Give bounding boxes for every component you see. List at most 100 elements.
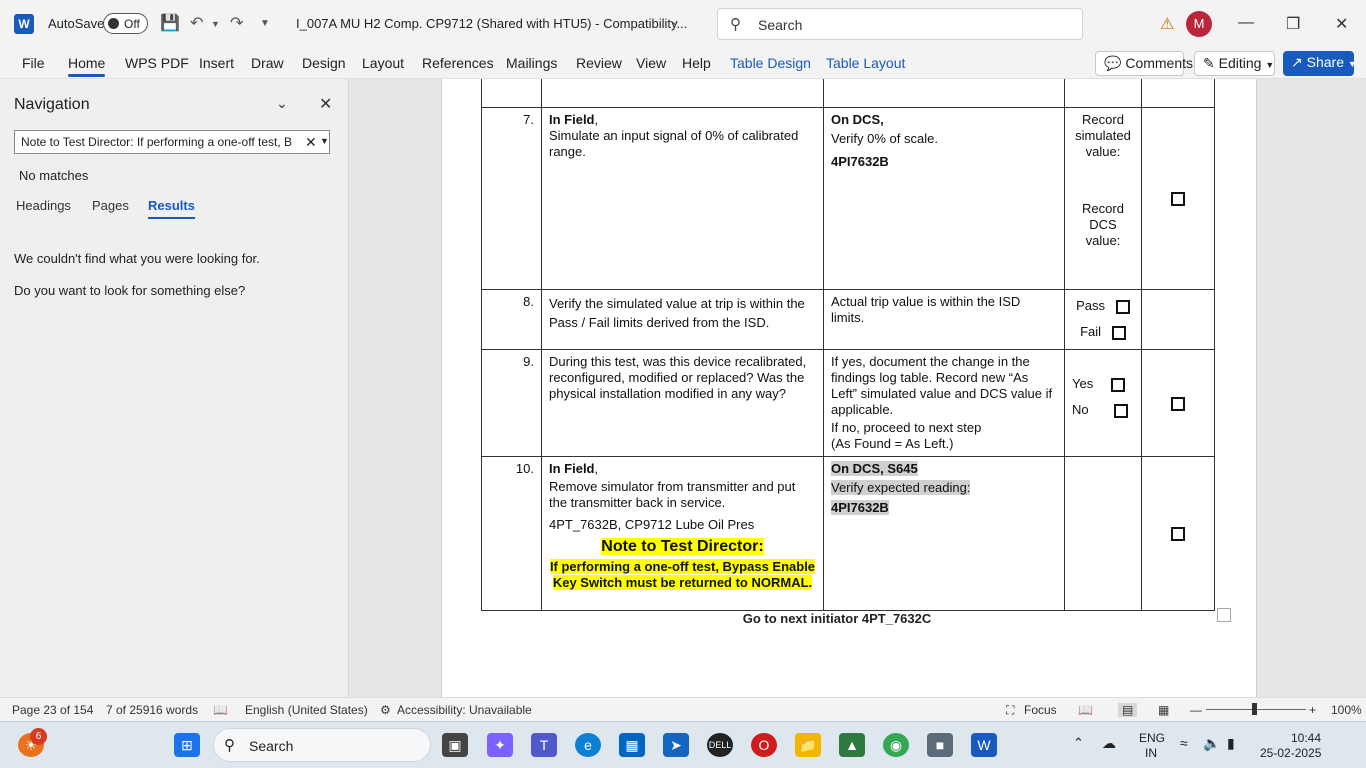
network-icon[interactable]: ☁: [1102, 735, 1116, 752]
tab-home[interactable]: Home: [68, 55, 106, 77]
checkbox[interactable]: [1171, 192, 1185, 207]
copilot-icon[interactable]: ✦: [487, 733, 513, 757]
dell-icon[interactable]: DELL: [707, 733, 733, 757]
close-icon[interactable]: ✕: [1335, 14, 1348, 34]
web-layout-icon[interactable]: ▦: [1158, 703, 1169, 717]
tab-review[interactable]: Review: [576, 55, 622, 71]
record-dcs-label: Record DCS value:: [1082, 201, 1124, 248]
tab-help[interactable]: Help: [682, 55, 711, 71]
comments-button[interactable]: 💬 Comments: [1095, 51, 1193, 76]
chevron-down-icon[interactable]: ⌄: [276, 95, 288, 112]
save-icon[interactable]: 💾: [160, 13, 180, 33]
tab-insert[interactable]: Insert: [199, 55, 234, 71]
tab-view[interactable]: View: [636, 55, 666, 71]
chevron-down-icon[interactable]: ⌄: [670, 14, 680, 28]
redo-icon[interactable]: ↷: [230, 13, 243, 33]
checkbox[interactable]: [1171, 527, 1185, 542]
test-procedure-table[interactable]: 7. In Field, Simulate an input signal of…: [481, 79, 1215, 611]
editing-button[interactable]: ✎ Editing ▼: [1194, 51, 1275, 76]
warning-icon[interactable]: ⚠: [1160, 14, 1174, 34]
teams-icon[interactable]: T: [531, 733, 557, 757]
chrome-icon[interactable]: ◉: [883, 733, 909, 757]
location-label: In Field: [549, 461, 595, 476]
minimize-icon[interactable]: —: [1238, 14, 1254, 32]
navigation-search-input[interactable]: Note to Test Director: If performing a o…: [14, 130, 330, 154]
photos-icon[interactable]: ▲: [839, 733, 865, 757]
zoom-out-icon[interactable]: —: [1190, 703, 1202, 717]
checkbox[interactable]: [1171, 396, 1185, 411]
language-status[interactable]: English (United States): [245, 703, 368, 717]
pass-checkbox[interactable]: [1115, 299, 1130, 314]
proofing-icon[interactable]: 📖: [213, 703, 228, 717]
close-icon[interactable]: ✕: [319, 94, 332, 114]
start-icon[interactable]: ⊞: [174, 733, 200, 757]
zoom-slider-thumb[interactable]: [1252, 703, 1257, 715]
read-mode-icon[interactable]: 📖: [1078, 703, 1093, 717]
zoom-level[interactable]: 100%: [1331, 703, 1362, 717]
maximize-icon[interactable]: ❐: [1286, 14, 1300, 34]
chevron-down-icon[interactable]: ▼: [320, 136, 329, 146]
store-icon[interactable]: ▦: [619, 733, 645, 757]
action-text: Simulate an input signal of 0% of calibr…: [549, 128, 799, 159]
edge-icon[interactable]: e: [575, 733, 601, 757]
tab-mailings[interactable]: Mailings: [506, 55, 557, 71]
no-checkbox[interactable]: [1113, 403, 1128, 418]
chevron-up-icon[interactable]: ⌃: [1073, 735, 1084, 751]
word-taskbar-icon[interactable]: W: [971, 733, 997, 757]
dcs-check-cell[interactable]: On DCS, S645 Verify expected reading: 4P…: [823, 456, 1065, 611]
tab-table-layout[interactable]: Table Layout: [826, 55, 905, 71]
share-button[interactable]: ↗ Share ▼: [1283, 51, 1357, 76]
dcs-check-cell[interactable]: On DCS, Verify 0% of scale. 4PI7632B: [823, 107, 1065, 290]
app-icon[interactable]: ■: [927, 733, 953, 757]
file-explorer-icon[interactable]: 📁: [795, 733, 821, 757]
tab-pages[interactable]: Pages: [92, 198, 129, 213]
autosave-label: AutoSave: [48, 16, 105, 31]
tab-table-design[interactable]: Table Design: [730, 55, 811, 71]
yes-checkbox[interactable]: [1111, 377, 1126, 392]
tab-draw[interactable]: Draw: [251, 55, 284, 71]
clock-time[interactable]: 10:44: [1291, 731, 1321, 745]
accessibility-status[interactable]: Accessibility: Unavailable: [397, 703, 532, 717]
tab-references[interactable]: References: [422, 55, 494, 71]
print-layout-icon[interactable]: ▤: [1118, 703, 1138, 717]
page-count[interactable]: Page 23 of 154: [12, 703, 93, 717]
location-label: On DCS, S645: [831, 461, 918, 476]
language-indicator[interactable]: ENG: [1139, 731, 1165, 745]
search-input[interactable]: ⚲ Search: [717, 8, 1083, 40]
tab-layout[interactable]: Layout: [362, 55, 404, 71]
avatar[interactable]: M: [1186, 11, 1212, 37]
question-text[interactable]: During this test, was this device recali…: [541, 349, 824, 457]
zoom-in-icon[interactable]: +: [1309, 703, 1316, 717]
focus-button[interactable]: Focus: [1024, 703, 1057, 717]
field-action-cell[interactable]: In Field, Simulate an input signal of 0%…: [541, 107, 824, 290]
step-number: 9.: [481, 349, 542, 457]
region-indicator[interactable]: IN: [1145, 746, 1157, 760]
tab-design[interactable]: Design: [302, 55, 346, 71]
document-title[interactable]: I_007A MU H2 Comp. CP9712 (Shared with H…: [296, 16, 687, 31]
instructions-cell[interactable]: If yes, document the change in the findi…: [823, 349, 1065, 457]
word-count[interactable]: 7 of 25916 words: [106, 703, 198, 717]
criteria-text[interactable]: Actual trip value is within the ISD limi…: [823, 289, 1065, 350]
undo-dropdown-icon[interactable]: ▼: [211, 19, 220, 29]
vscode-icon[interactable]: ➤: [663, 733, 689, 757]
autosave-toggle[interactable]: Off: [103, 13, 148, 34]
taskbar-search[interactable]: ⚲ Search: [213, 728, 431, 762]
tab-results[interactable]: Results: [148, 198, 195, 219]
record-cell[interactable]: Record simulated value: Record DCS value…: [1064, 107, 1142, 290]
tab-headings[interactable]: Headings: [16, 198, 71, 213]
battery-icon[interactable]: ▮: [1227, 735, 1235, 752]
action-text[interactable]: Verify the simulated value at trip is wi…: [541, 289, 824, 350]
chevron-down-icon: ▼: [1265, 60, 1275, 70]
opera-icon[interactable]: O: [751, 733, 777, 757]
tab-wps-pdf[interactable]: WPS PDF: [125, 55, 189, 71]
task-view-icon[interactable]: ▣: [442, 733, 468, 757]
clear-icon[interactable]: ✕: [305, 134, 317, 151]
customize-qat-icon[interactable]: ▼: [260, 18, 270, 29]
undo-icon[interactable]: ↶: [190, 13, 203, 33]
tab-file[interactable]: File: [22, 55, 45, 71]
fail-checkbox[interactable]: [1111, 325, 1126, 340]
field-action-cell[interactable]: In Field, Remove simulator from transmit…: [541, 456, 824, 611]
wifi-icon[interactable]: ≈: [1180, 735, 1188, 751]
volume-icon[interactable]: 🔈: [1203, 735, 1220, 752]
clock-date[interactable]: 25-02-2025: [1260, 746, 1321, 760]
